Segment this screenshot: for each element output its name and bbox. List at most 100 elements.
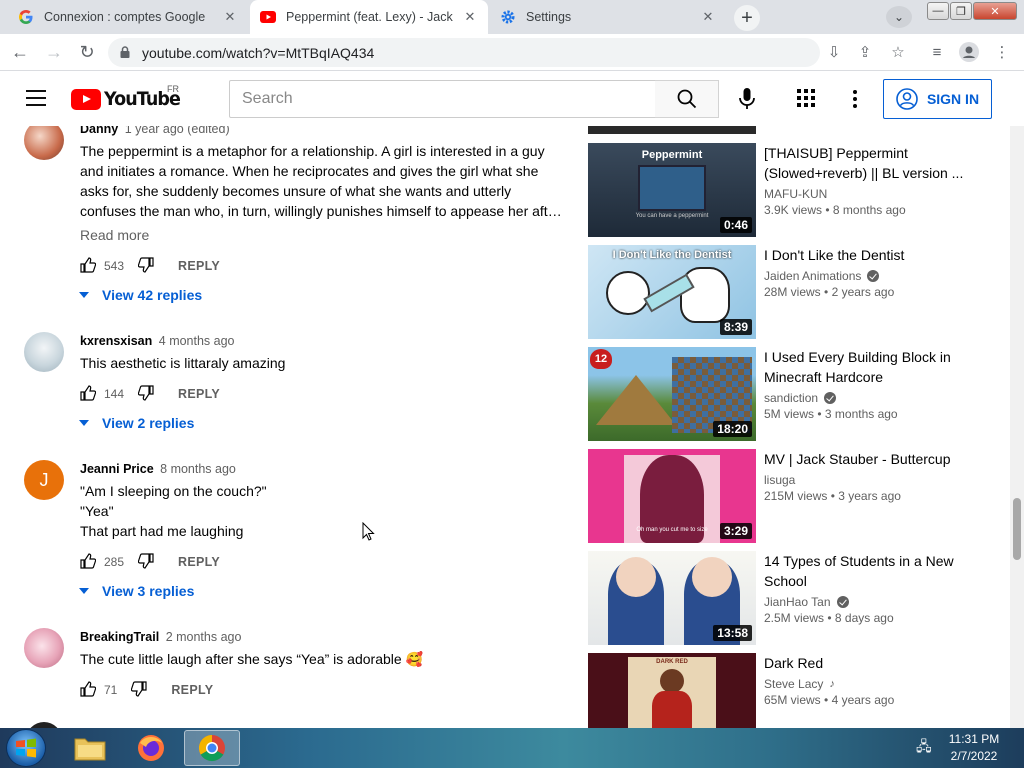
comment-time[interactable]: 8 months ago: [160, 462, 236, 476]
video-thumbnail[interactable]: 12 18:20: [588, 347, 756, 441]
taskbar-chrome[interactable]: [184, 730, 240, 766]
channel-name[interactable]: lisuga: [764, 473, 1000, 487]
like-count: 543: [104, 259, 125, 273]
profile-button[interactable]: [957, 40, 981, 64]
reply-button[interactable]: REPLY: [178, 555, 220, 569]
title-line: I Don't Like the Dentist: [764, 247, 905, 263]
comment-author[interactable]: BreakingTrail: [80, 630, 159, 644]
view-count: 65M views: [764, 693, 821, 707]
comment-time[interactable]: 1 year ago (edited): [125, 126, 230, 136]
video-thumbnail[interactable]: [588, 126, 756, 134]
comment-author[interactable]: kxrensxisan: [80, 334, 152, 348]
forward-button[interactable]: →: [42, 40, 66, 64]
view-replies-button[interactable]: View 42 replies: [79, 287, 202, 303]
install-app-icon[interactable]: ⇩: [822, 40, 846, 64]
comment-line: The peppermint is a metaphor for a relat…: [80, 143, 545, 159]
channel-label: sandiction: [764, 391, 819, 405]
recommended-video[interactable]: Peppermint You can have a peppermint 0:4…: [588, 143, 1008, 237]
reply-button[interactable]: REPLY: [178, 387, 220, 401]
like-icon[interactable]: [80, 256, 97, 276]
view-replies-button[interactable]: View 2 replies: [79, 415, 194, 431]
comment-time[interactable]: 4 months ago: [159, 334, 235, 348]
video-thumbnail[interactable]: DARK RED: [588, 653, 756, 728]
avatar[interactable]: [24, 628, 64, 668]
channel-name[interactable]: Jaiden Animations: [764, 269, 1000, 283]
video-title[interactable]: Dark Red: [764, 653, 1000, 673]
system-clock[interactable]: 11:31 PM 2/7/2022: [938, 731, 1010, 765]
hamburger-menu-icon[interactable]: [26, 90, 46, 106]
recommended-video[interactable]: I Don't Like the Dentist 8:39 I Don't Li…: [588, 245, 1008, 339]
like-icon[interactable]: [80, 680, 97, 700]
video-thumbnail[interactable]: 13:58: [588, 551, 756, 645]
like-count: 144: [104, 387, 125, 401]
video-title[interactable]: 14 Types of Students in a New School: [764, 551, 1000, 591]
tab-youtube-peppermint[interactable]: Peppermint (feat. Lexy) - Jack Sta ✕: [250, 0, 488, 34]
taskbar-firefox[interactable]: [123, 730, 179, 766]
minimize-button[interactable]: —: [927, 2, 949, 20]
dislike-icon[interactable]: [137, 384, 154, 404]
video-title[interactable]: I Used Every Building Block in Minecraft…: [764, 347, 1000, 387]
view-replies-button[interactable]: View 3 replies: [79, 583, 194, 599]
start-button[interactable]: [6, 729, 46, 767]
dislike-icon[interactable]: [131, 680, 147, 700]
chrome-menu-button[interactable]: ⋮: [990, 40, 1014, 64]
comment-author[interactable]: Jeanni Price: [80, 462, 154, 476]
reload-button[interactable]: ↻: [75, 40, 99, 64]
youtube-apps-button[interactable]: [796, 88, 818, 110]
dislike-icon[interactable]: [137, 256, 154, 276]
address-bar[interactable]: youtube.com/watch?v=MtTBqIAQ434: [108, 38, 820, 67]
view-count: 2.5M views: [764, 611, 825, 625]
close-tab-icon[interactable]: ✕: [700, 9, 716, 25]
recommended-video[interactable]: DARK RED Dark Red Steve Lacy ♪ 65M views …: [588, 653, 1008, 728]
video-thumbnail[interactable]: Peppermint You can have a peppermint 0:4…: [588, 143, 756, 237]
tab-settings[interactable]: Settings ✕: [490, 0, 726, 34]
channel-name[interactable]: sandiction: [764, 391, 1000, 405]
read-more-link[interactable]: Read more: [80, 227, 149, 243]
avatar[interactable]: [24, 332, 64, 372]
channel-name[interactable]: JianHao Tan: [764, 595, 1000, 609]
like-icon[interactable]: [80, 384, 97, 404]
settings-more-button[interactable]: [845, 88, 865, 110]
close-icon: ✕: [990, 5, 1000, 18]
bookmark-star-icon[interactable]: ☆: [886, 40, 910, 64]
recommended-video[interactable]: 13:58 14 Types of Students in a New Scho…: [588, 551, 1008, 645]
avatar[interactable]: J: [24, 460, 64, 500]
scrollbar-thumb[interactable]: [1013, 498, 1021, 560]
channel-name[interactable]: Steve Lacy ♪: [764, 677, 1000, 691]
video-title[interactable]: [THAISUB] Peppermint (Slowed+reverb) || …: [764, 143, 1000, 183]
video-title[interactable]: I Don't Like the Dentist: [764, 245, 1000, 265]
page-scrollbar[interactable]: [1010, 126, 1024, 728]
close-window-button[interactable]: ✕: [973, 2, 1017, 20]
new-tab-button[interactable]: +: [734, 5, 760, 31]
comment-author[interactable]: Danny: [80, 126, 118, 136]
channel-name[interactable]: MAFU-KUN: [764, 187, 1000, 201]
close-tab-icon[interactable]: ✕: [462, 9, 478, 25]
reply-button[interactable]: REPLY: [178, 259, 220, 273]
chrome-icon: [198, 734, 225, 762]
comment-time[interactable]: 2 months ago: [166, 630, 242, 644]
recommended-video[interactable]: Oh man you cut me to size 3:29 MV | Jack…: [588, 449, 1008, 543]
tab-search-button[interactable]: ⌄: [886, 6, 912, 28]
dislike-icon[interactable]: [137, 552, 154, 572]
clock-date: 2/7/2022: [950, 749, 998, 763]
video-thumbnail[interactable]: I Don't Like the Dentist 8:39: [588, 245, 756, 339]
video-title[interactable]: MV | Jack Stauber - Buttercup: [764, 449, 1000, 469]
tab-google-accounts[interactable]: Connexion : comptes Google ✕: [8, 0, 248, 34]
share-icon[interactable]: ⇪: [853, 40, 877, 64]
sign-in-button[interactable]: SIGN IN: [883, 79, 992, 119]
close-tab-icon[interactable]: ✕: [222, 9, 238, 25]
video-thumbnail[interactable]: Oh man you cut me to size 3:29: [588, 449, 756, 543]
recommended-video[interactable]: 12 18:20 I Used Every Building Block in …: [588, 347, 1008, 441]
like-icon[interactable]: [80, 552, 97, 572]
search-input[interactable]: Search: [229, 80, 656, 118]
search-button[interactable]: [655, 80, 719, 118]
avatar[interactable]: [24, 126, 64, 160]
taskbar-file-explorer[interactable]: [62, 730, 118, 766]
voice-search-button[interactable]: [733, 85, 761, 113]
youtube-logo[interactable]: YouTube FR: [71, 84, 186, 110]
media-control-icon[interactable]: ≡: [925, 40, 949, 64]
maximize-button[interactable]: ❐: [950, 2, 972, 20]
reply-button[interactable]: REPLY: [171, 683, 213, 697]
back-button[interactable]: ←: [8, 40, 32, 64]
network-icon[interactable]: 🖧: [916, 736, 932, 760]
